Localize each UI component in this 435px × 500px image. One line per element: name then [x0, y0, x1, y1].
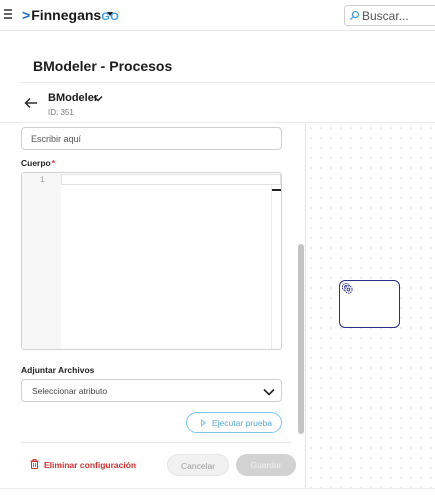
trash-icon[interactable] [30, 459, 39, 469]
divider [20, 82, 435, 83]
gear-icon [341, 282, 353, 294]
play-icon [201, 419, 206, 427]
top-bar: >FinnegansGO [0, 0, 435, 31]
panel-scrollbar-thumb[interactable] [298, 244, 304, 434]
delete-config-button[interactable]: Eliminar configuración [44, 460, 136, 470]
editor-scrollbar[interactable] [271, 185, 281, 349]
divider [21, 442, 291, 443]
menu-icon[interactable] [4, 9, 12, 19]
chevron-down-icon [263, 388, 275, 396]
chevron-down-icon[interactable] [93, 95, 103, 102]
search-icon [349, 10, 360, 21]
search-input[interactable] [362, 8, 435, 23]
brand-name: Finnegans [31, 7, 102, 23]
save-button[interactable]: Guardar [236, 454, 296, 476]
run-test-button[interactable]: Ejecutar prueba [186, 412, 282, 433]
editor-scroll-marker [272, 189, 281, 191]
brand-dropdown-icon[interactable] [107, 12, 113, 16]
config-panel: Cuerpo* 1 Adjuntar Archivos Seleccionar … [0, 123, 306, 488]
back-arrow-icon[interactable] [24, 97, 38, 109]
cancel-label: Cancelar [180, 461, 216, 471]
body-label-text: Cuerpo [21, 158, 51, 168]
model-name[interactable]: BModeler [48, 92, 98, 104]
required-mark: * [51, 158, 56, 168]
run-test-label: Ejecutar prueba [212, 418, 273, 428]
save-label: Guardar [250, 460, 282, 470]
code-editor[interactable]: 1 [21, 172, 282, 350]
page-title: BModeler - Procesos [33, 58, 173, 74]
cancel-button[interactable]: Cancelar [167, 454, 229, 476]
line-number: 1 [40, 176, 45, 185]
brand-logo[interactable]: >FinnegansGO [22, 7, 119, 23]
text-field[interactable] [21, 127, 282, 150]
brand-chevron-icon: > [22, 7, 31, 23]
panel-scrollbar[interactable] [297, 123, 305, 488]
bottom-edge [0, 488, 435, 500]
code-line-active[interactable] [61, 174, 281, 185]
attachments-select-value: Seleccionar atributo [32, 386, 108, 396]
body-label: Cuerpo* [21, 158, 55, 168]
search-box[interactable] [344, 5, 435, 26]
editor-gutter [22, 173, 61, 349]
attachments-select[interactable]: Seleccionar atributo [21, 379, 282, 402]
attachments-label: Adjuntar Archivos [21, 365, 95, 375]
model-id: ID: 351 [48, 108, 74, 117]
